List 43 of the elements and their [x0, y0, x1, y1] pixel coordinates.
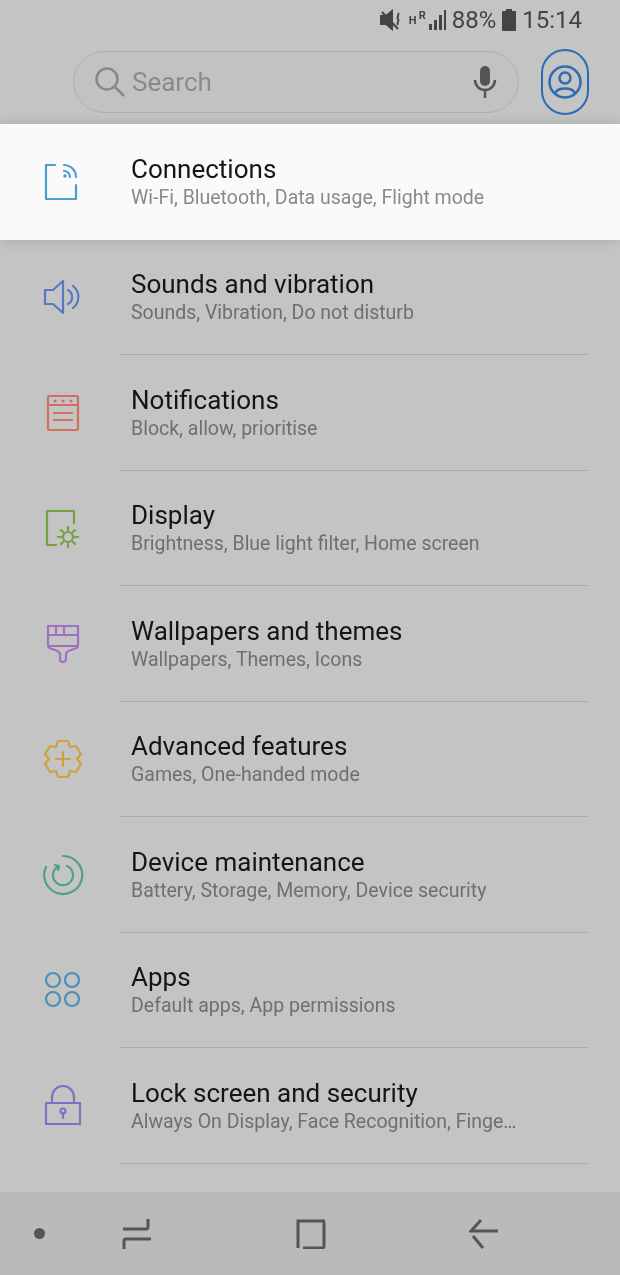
settings-item[interactable]: Apps Default apps, App permissions — [0, 932, 620, 1048]
settings-item[interactable]: Sounds and vibration Sounds, Vibration, Do not disturb — [0, 239, 620, 355]
settings-item[interactable]: Lock screen and security Always On Display, Face Recognition, Finge… — [0, 1048, 620, 1164]
settings-item[interactable]: Display Brightness, Blue light filter, Home screen — [0, 470, 620, 586]
item-subtitle: Wi-Fi, Bluetooth, Data usage, Flight mode — [131, 184, 485, 211]
settings-item[interactable]: Advanced features Games, One-handed mode — [0, 701, 620, 817]
clock: 15:14 — [522, 5, 582, 36]
item-subtitle: Sounds, Vibration, Do not disturb — [131, 300, 414, 327]
search-icon — [94, 66, 126, 98]
network-type: H — [408, 14, 417, 26]
microphone-icon[interactable] — [472, 65, 498, 99]
battery-percentage: 88% — [451, 5, 497, 36]
item-title: Connections — [131, 152, 278, 185]
home-icon[interactable] — [296, 1218, 326, 1249]
recent-apps-icon[interactable] — [122, 1217, 152, 1250]
item-subtitle: Always On Display, Face Recognition, Finge… — [131, 1108, 517, 1135]
item-title: Wallpapers and themes — [131, 614, 403, 647]
roaming-indicator: R — [418, 10, 426, 21]
dot-indicator[interactable] — [34, 1228, 45, 1239]
item-title: Notifications — [131, 383, 280, 416]
settings-item[interactable]: Device maintenance Battery, Storage, Memory, Device security — [0, 817, 620, 933]
settings-item[interactable]: Notifications Block, allow, prioritise — [0, 355, 620, 471]
back-icon[interactable] — [469, 1217, 499, 1250]
signal-icon — [427, 10, 446, 30]
item-subtitle: Battery, Storage, Memory, Device security — [131, 877, 487, 904]
battery-icon — [502, 9, 517, 31]
item-title: Apps — [131, 961, 192, 994]
user-icon — [548, 65, 582, 99]
search-bar[interactable]: Search — [73, 51, 519, 113]
item-title: Lock screen and security — [131, 1076, 419, 1109]
item-subtitle: Default apps, App permissions — [131, 993, 396, 1020]
item-title: Device maintenance — [131, 845, 366, 878]
settings-item[interactable]: Wallpapers and themes Wallpapers, Themes, Icons — [0, 586, 620, 702]
item-subtitle: Brightness, Blue light filter, Home screen — [131, 531, 480, 558]
item-title: Advanced features — [131, 730, 349, 763]
search-field[interactable]: Search — [132, 62, 466, 102]
profile-button[interactable] — [541, 49, 589, 115]
item-title: Sounds and vibration — [131, 268, 376, 301]
item-title: Display — [131, 499, 216, 532]
highlighted-settings-item[interactable]: Connections Wi-Fi, Bluetooth, Data usage, Flight mode — [0, 124, 620, 240]
item-subtitle: Block, allow, prioritise — [131, 415, 318, 442]
item-subtitle: Games, One-handed mode — [131, 762, 360, 789]
item-subtitle: Wallpapers, Themes, Icons — [131, 646, 364, 673]
